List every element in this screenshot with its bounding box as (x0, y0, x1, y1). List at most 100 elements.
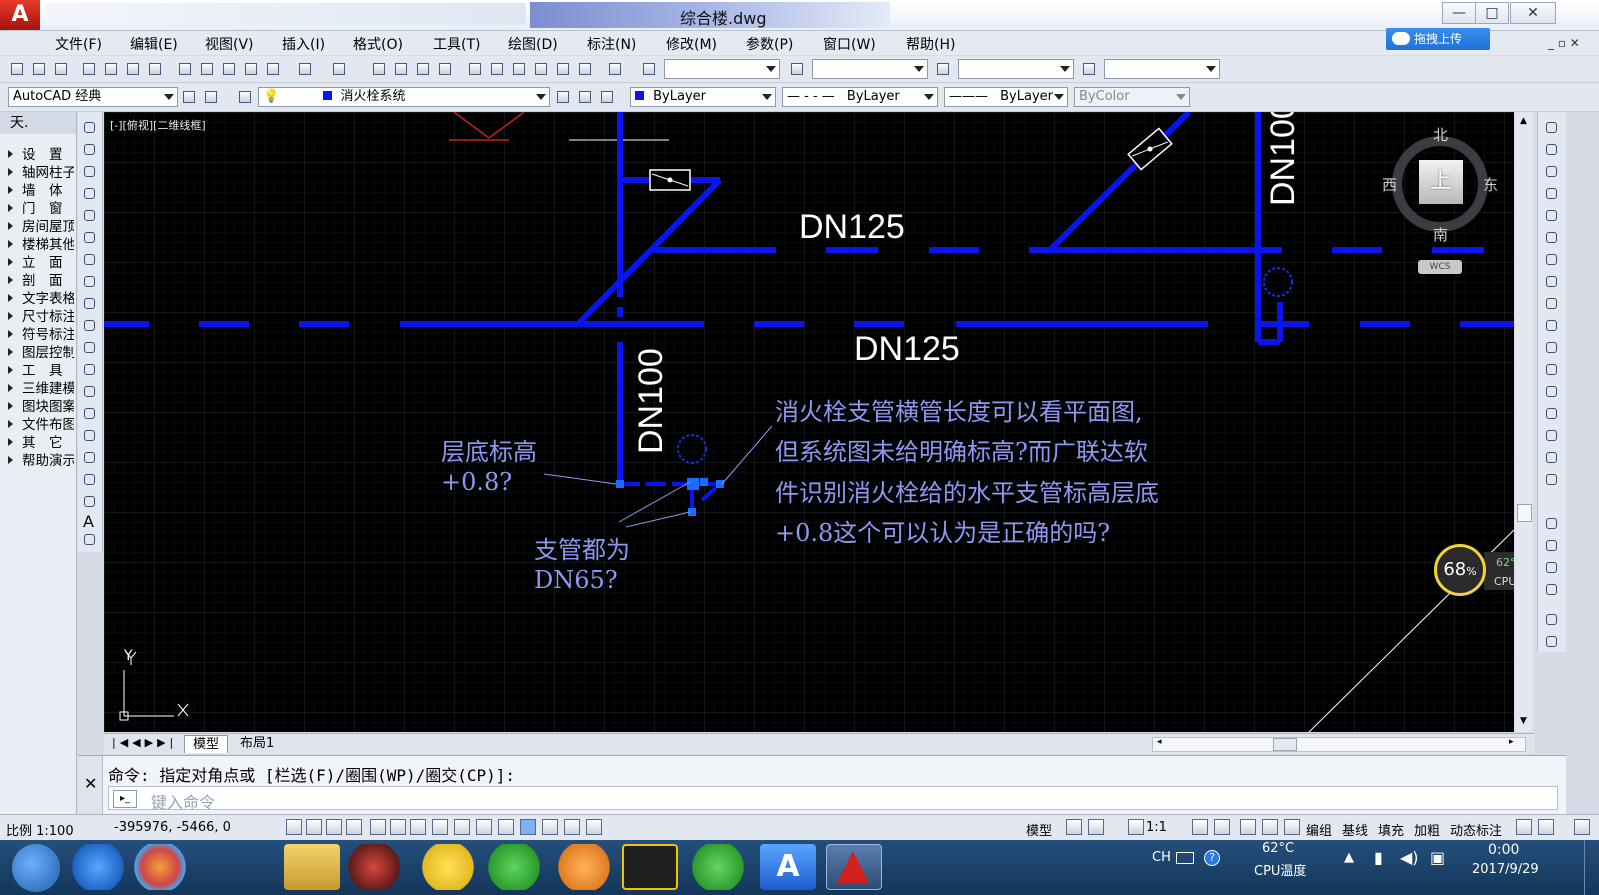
lightbulb-status-icon[interactable] (1538, 819, 1554, 835)
trim-icon[interactable] (1544, 318, 1560, 334)
ellipse-icon[interactable] (82, 318, 98, 334)
save-icon[interactable] (52, 60, 70, 78)
print-icon[interactable] (80, 60, 98, 78)
viewcube-east[interactable]: 东 (1483, 174, 1498, 195)
status-fill-button[interactable]: 填充 (1378, 820, 1404, 839)
zoom-previous-icon[interactable] (436, 60, 454, 78)
sheet-set-icon[interactable] (532, 60, 550, 78)
palette-item[interactable]: 墙 体 (8, 179, 74, 199)
dyn-icon[interactable] (476, 819, 492, 835)
palette-item[interactable]: 图层控制 (8, 341, 74, 361)
explode-icon[interactable] (1544, 472, 1560, 488)
explorer-icon[interactable] (284, 844, 340, 890)
text-style-select[interactable] (664, 59, 780, 79)
device-tray-icon[interactable]: ▮ (1374, 848, 1383, 867)
lineweight-select[interactable]: ——— ByLayer (944, 87, 1068, 107)
hardware-acceleration-icon[interactable] (1284, 819, 1300, 835)
make-current-layer-icon[interactable] (554, 88, 572, 106)
layer-select[interactable]: 💡 消火栓系统 (258, 87, 550, 107)
layer-manager-icon[interactable] (236, 88, 254, 106)
viewcube-south[interactable]: 南 (1433, 224, 1448, 245)
erase-icon[interactable] (1544, 120, 1560, 136)
palette-item[interactable]: 轴网柱子 (8, 161, 74, 181)
menu-tools[interactable]: 工具(T) (433, 34, 480, 54)
drawing-canvas[interactable]: [-][俯视][二维线框] DN125 DN125 DN100 DN100 层底… (104, 112, 1514, 732)
linetype-select[interactable]: — - - — ByLayer (782, 87, 938, 107)
music-icon[interactable] (420, 844, 476, 890)
gradient-icon[interactable] (82, 450, 98, 466)
tool-palettes-icon[interactable] (510, 60, 528, 78)
scroll-right-arrow[interactable]: ▸ (1509, 737, 1514, 747)
palette-item[interactable]: 三维建模 (8, 377, 74, 397)
color-select[interactable]: ByLayer (630, 87, 776, 107)
clock-time[interactable]: 0:00 (1488, 842, 1519, 858)
keyboard-icon[interactable] (1176, 852, 1194, 864)
annotation-scale-value[interactable]: 1:1 (1146, 820, 1167, 835)
tab-layout1[interactable]: 布局1 (232, 735, 282, 752)
cpu-widget[interactable]: 62℃ CPU温度 68% (1434, 544, 1514, 600)
cut-icon[interactable] (176, 60, 194, 78)
doc-window-controls[interactable]: _ ▫ ✕ (1548, 36, 1580, 50)
palette-item[interactable]: 尺寸标注 (8, 305, 74, 325)
menu-window[interactable]: 窗口(W) (823, 34, 876, 54)
autocad-active-task[interactable] (826, 844, 882, 890)
mirror-icon[interactable] (1544, 164, 1560, 180)
palette-item[interactable]: 剖 面 (8, 269, 74, 289)
draworder-icon[interactable] (1544, 516, 1560, 532)
table-style-icon[interactable] (934, 60, 952, 78)
quick-properties-icon[interactable] (542, 819, 558, 835)
ie-icon[interactable] (70, 844, 126, 890)
input-language[interactable]: CH (1152, 850, 1171, 865)
fillet-icon[interactable] (1544, 428, 1560, 444)
annotation-monitor-icon[interactable] (586, 819, 602, 835)
autocad-alt-icon[interactable]: A (760, 844, 816, 890)
minimize-button[interactable]: — (1442, 2, 1476, 24)
menu-help[interactable]: 帮助(H) (906, 34, 955, 54)
properties-icon[interactable] (466, 60, 484, 78)
quickcalc-icon[interactable] (576, 60, 594, 78)
hatch-icon[interactable] (82, 428, 98, 444)
maximize-button[interactable]: □ (1475, 2, 1509, 24)
chamfer-icon[interactable] (1544, 406, 1560, 422)
app-icon[interactable] (132, 844, 188, 890)
group-icon[interactable] (1544, 612, 1560, 628)
match-properties-icon[interactable] (242, 60, 260, 78)
command-prompt-icon[interactable]: ▸_ (113, 790, 137, 808)
ellipse-arc-icon[interactable] (82, 340, 98, 356)
palette-item[interactable]: 帮助演示 (8, 449, 74, 469)
scroll-thumb[interactable] (1517, 504, 1532, 522)
clock-date[interactable]: 2017/9/29 (1472, 862, 1539, 877)
circle-icon[interactable] (82, 252, 98, 268)
transparency-icon[interactable] (520, 819, 536, 835)
scroll-up-arrow[interactable]: ▲ (1520, 116, 1527, 126)
player-icon[interactable] (346, 844, 402, 890)
ortho-icon[interactable] (346, 819, 362, 835)
lineweight-toggle-icon[interactable] (498, 819, 514, 835)
stretch-icon[interactable] (1544, 296, 1560, 312)
quick-view-layouts-icon[interactable] (1066, 819, 1082, 835)
array-icon[interactable] (1544, 208, 1560, 224)
palette-item[interactable]: 图块图案 (8, 395, 74, 415)
scale-icon[interactable] (1544, 274, 1560, 290)
menu-file[interactable]: 文件(F) (55, 34, 102, 54)
menu-draw[interactable]: 绘图(D) (508, 34, 558, 54)
quick-view-drawings-icon[interactable] (1088, 819, 1104, 835)
viewcube-top-face[interactable]: 上 (1419, 160, 1463, 204)
polyline-icon[interactable] (82, 164, 98, 180)
browser-icon[interactable] (690, 844, 746, 890)
offset-icon[interactable] (1544, 186, 1560, 202)
revision-cloud-icon[interactable] (82, 274, 98, 290)
design-center-icon[interactable] (488, 60, 506, 78)
paste-icon[interactable] (220, 60, 238, 78)
vertical-scrollbar[interactable]: ▲ ▼ (1515, 112, 1533, 732)
join-icon[interactable] (1544, 384, 1560, 400)
auto-scale-icon[interactable] (1214, 819, 1230, 835)
copy-icon[interactable] (198, 60, 216, 78)
show-desktop-button[interactable] (1584, 840, 1599, 895)
rotate-icon[interactable] (1544, 252, 1560, 268)
workspace-switch-icon[interactable] (1240, 819, 1256, 835)
polar-icon[interactable] (370, 819, 386, 835)
upload-button[interactable]: 拖拽上传 (1386, 28, 1490, 50)
pan-icon[interactable] (370, 60, 388, 78)
menu-view[interactable]: 视图(V) (205, 34, 254, 54)
